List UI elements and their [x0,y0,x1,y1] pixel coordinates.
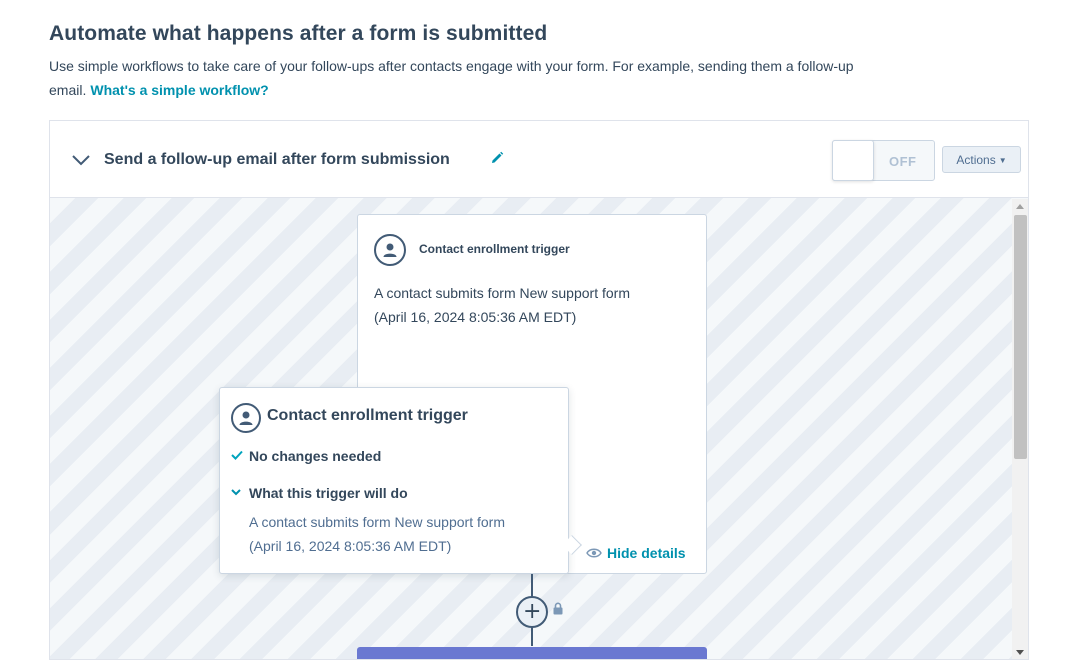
scroll-up-arrow[interactable] [1016,204,1024,209]
add-action-button[interactable]: + [516,596,548,628]
plus-icon: + [523,599,542,624]
page-title: Automate what happens after a form is su… [49,22,548,45]
trigger-description-line2: (April 16, 2024 8:05:36 AM EDT) [374,309,577,325]
scroll-down-arrow[interactable] [1016,650,1024,655]
scroll-thumb[interactable] [1014,215,1027,459]
toggle-knob[interactable] [832,140,874,181]
chevron-down-icon[interactable] [70,149,92,171]
next-action-card[interactable] [357,647,707,659]
popover-description-line2: (April 16, 2024 8:05:36 AM EDT) [249,538,452,554]
chevron-down-small-icon[interactable] [230,486,242,498]
workflow-panel: Send a follow-up email after form submis… [49,120,1029,660]
popover-description-line1: A contact submits form New support form [249,514,505,530]
trigger-card-description: A contact submits form New support form … [374,281,684,329]
workflow-toggle[interactable]: OFF [832,140,935,181]
simple-workflow-link[interactable]: What's a simple workflow? [90,82,268,98]
workflow-canvas[interactable]: Contact enrollment trigger A contact sub… [50,198,1028,659]
trigger-description-line1: A contact submits form New support form [374,285,630,301]
toggle-state-label: OFF [889,154,917,169]
checkmark-icon [231,450,243,460]
lock-icon [553,602,563,615]
actions-dropdown-button[interactable]: Actions ▼ [942,146,1021,173]
eye-icon [586,548,602,558]
actions-label: Actions [956,152,996,167]
workflow-header: Send a follow-up email after form submis… [50,121,1028,198]
contact-avatar-icon [231,403,261,433]
popover-description: A contact submits form New support form … [249,510,549,558]
caret-down-icon: ▼ [998,155,1007,165]
pencil-icon[interactable] [489,150,505,166]
canvas-scrollbar[interactable] [1012,199,1028,659]
status-text: No changes needed [249,448,382,464]
trigger-card-title: Contact enrollment trigger [419,242,570,256]
workflow-title: Send a follow-up email after form submis… [104,151,450,168]
contact-avatar-icon [374,234,406,266]
trigger-section-title[interactable]: What this trigger will do [249,485,408,501]
hide-details-link[interactable]: Hide details [586,545,686,561]
hide-details-label: Hide details [607,545,686,561]
intro-text: Use simple workflows to take care of you… [49,54,869,102]
trigger-details-popover: Contact enrollment trigger No changes ne… [219,387,582,574]
popover-title: Contact enrollment trigger [267,407,468,424]
